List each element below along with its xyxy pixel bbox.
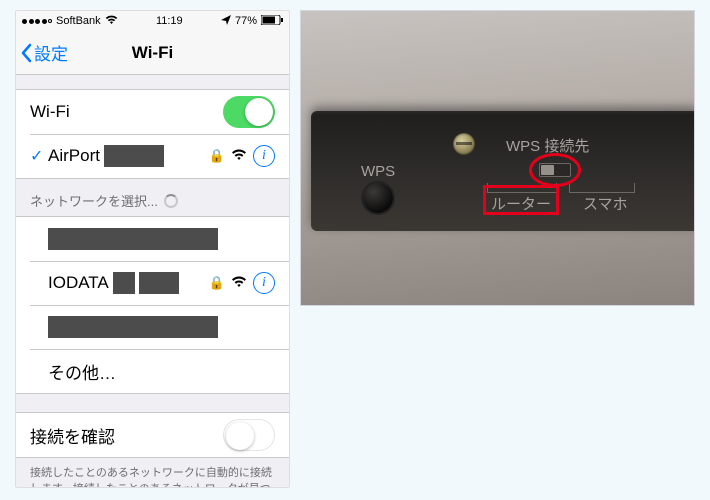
network-row[interactable]: IODATA 🔒 i	[16, 261, 289, 305]
wifi-status-icon	[105, 15, 118, 28]
clock: 11:19	[156, 15, 183, 27]
wifi-icon	[231, 275, 247, 291]
ask-to-join-row[interactable]: 接続を確認	[16, 413, 289, 457]
chevron-left-icon	[20, 43, 32, 63]
ask-to-join-toggle[interactable]	[223, 419, 275, 451]
battery-percent: 77%	[235, 15, 257, 27]
back-label: 設定	[34, 40, 68, 65]
other-label: その他…	[48, 359, 275, 384]
connected-ssid: AirPort	[48, 146, 100, 166]
ask-to-join-label: 接続を確認	[30, 423, 223, 448]
choose-network-header: ネットワークを選択...	[16, 179, 289, 216]
network-ssid: IODATA	[48, 273, 109, 293]
lock-icon: 🔒	[209, 148, 225, 164]
network-row[interactable]	[16, 305, 289, 349]
redaction-block	[113, 272, 135, 294]
spinner-icon	[164, 194, 178, 208]
info-icon[interactable]: i	[253, 145, 275, 167]
carrier-label: SoftBank	[56, 15, 101, 27]
info-icon[interactable]: i	[253, 272, 275, 294]
annotation-rectangle	[483, 185, 559, 215]
redaction-block	[48, 316, 218, 338]
redaction-block	[48, 228, 218, 250]
redaction-block	[139, 272, 179, 294]
smartphone-mode-label: スマホ	[583, 193, 628, 214]
battery-icon	[261, 15, 283, 28]
other-network-row[interactable]: その他…	[16, 349, 289, 393]
wps-button	[363, 183, 393, 213]
wifi-icon	[231, 148, 247, 164]
lock-icon: 🔒	[209, 275, 225, 291]
network-row[interactable]	[16, 217, 289, 261]
ios-settings-screenshot: SoftBank 11:19 77% 設定 Wi-Fi	[15, 10, 290, 488]
redaction-block	[104, 145, 164, 167]
screw-icon	[453, 133, 475, 155]
checkmark-icon: ✓	[30, 146, 48, 166]
annotation-circle	[529, 153, 581, 187]
wifi-toggle-label: Wi-Fi	[30, 102, 223, 122]
router-photo: WPS WPS 接続先 ルーター スマホ	[300, 10, 695, 306]
connected-network-row[interactable]: ✓ AirPort 🔒 i	[16, 134, 289, 178]
location-icon	[221, 15, 231, 28]
wifi-toggle-row[interactable]: Wi-Fi	[16, 90, 289, 134]
status-bar: SoftBank 11:19 77%	[16, 11, 289, 31]
footer-note: 接続したことのあるネットワークに自動的に接続します。接続したことのあるネットワー…	[16, 458, 289, 488]
back-button[interactable]: 設定	[16, 40, 68, 65]
wps-label: WPS	[361, 163, 395, 180]
signal-dots-icon	[22, 19, 52, 24]
nav-bar: 設定 Wi-Fi	[16, 31, 289, 75]
wifi-toggle[interactable]	[223, 96, 275, 128]
